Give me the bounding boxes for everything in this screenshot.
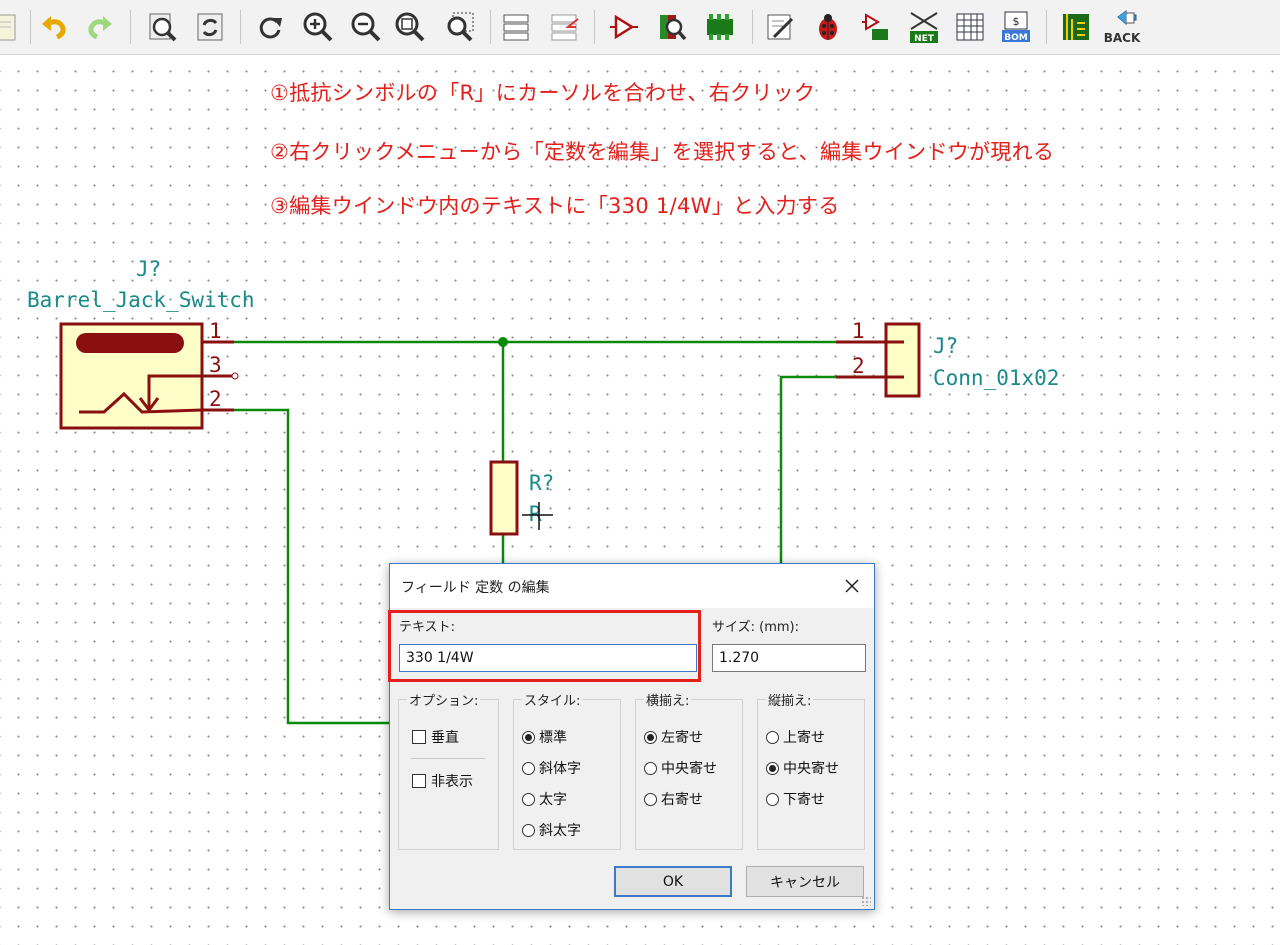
- connector-value[interactable]: Conn_01x02: [933, 366, 1059, 390]
- style-bold-italic-radio[interactable]: 斜太字: [522, 820, 581, 840]
- connector-symbol[interactable]: [836, 322, 921, 398]
- barrel-jack-reference[interactable]: J?: [136, 257, 161, 281]
- barrel-pin-2: 2: [209, 387, 222, 411]
- wire[interactable]: [779, 375, 836, 565]
- style-group: スタイル: 標準 斜体字 太字 斜太字: [513, 690, 621, 850]
- connector-pin-1: 1: [852, 319, 865, 343]
- barrel-pin-3: 3: [209, 353, 222, 377]
- edit-field-dialog: フィールド 定数 の編集 テキスト: 330 1/4W サイズ: (mm): 1…: [389, 563, 875, 910]
- barrel-pin-1: 1: [209, 319, 222, 343]
- checkbox-box[interactable]: [412, 730, 426, 744]
- valign-center-radio[interactable]: 中央寄せ: [766, 758, 839, 778]
- barrel-jack-value[interactable]: Barrel_Jack_Switch: [27, 288, 255, 312]
- valign-top-radio[interactable]: 上寄せ: [766, 727, 825, 747]
- resize-grip-icon[interactable]: [861, 896, 871, 906]
- halign-left-radio[interactable]: 左寄せ: [644, 727, 703, 747]
- connector-reference[interactable]: J?: [933, 334, 958, 358]
- resistor-reference[interactable]: R?: [529, 471, 554, 495]
- halign-center-radio[interactable]: 中央寄せ: [644, 758, 717, 778]
- dialog-title: フィールド 定数 の編集: [401, 580, 550, 596]
- resistor-symbol[interactable]: [489, 460, 519, 536]
- dialog-titlebar[interactable]: フィールド 定数 の編集: [390, 564, 874, 608]
- close-icon[interactable]: [836, 570, 868, 602]
- checkbox-box[interactable]: [412, 774, 426, 788]
- size-field-label: サイズ: (mm):: [712, 620, 799, 635]
- horizontal-align-group: 横揃え: 左寄せ 中央寄せ 右寄せ: [635, 690, 743, 850]
- vertical-align-group: 縦揃え: 上寄せ 中央寄せ 下寄せ: [757, 690, 865, 850]
- wire-junction: [498, 337, 508, 347]
- options-divider: [411, 758, 485, 759]
- cancel-button[interactable]: キャンセル: [746, 866, 864, 897]
- horizontal-align-title: 横揃え:: [644, 690, 692, 709]
- hidden-checkbox[interactable]: 非表示: [412, 771, 473, 791]
- options-group-title: オプション:: [407, 690, 481, 709]
- hidden-checkbox-label: 非表示: [431, 774, 473, 790]
- connector-pin-2: 2: [852, 354, 865, 378]
- text-field-label: テキスト:: [399, 620, 455, 635]
- style-group-title: スタイル:: [522, 690, 583, 709]
- wire[interactable]: [234, 408, 390, 725]
- ok-button[interactable]: OK: [614, 866, 732, 897]
- halign-right-radio[interactable]: 右寄せ: [644, 789, 703, 809]
- options-group: オプション: 垂直 非表示: [398, 690, 499, 850]
- size-field-input[interactable]: 1.270: [712, 644, 866, 672]
- style-normal-radio[interactable]: 標準: [522, 727, 567, 747]
- vertical-checkbox[interactable]: 垂直: [412, 727, 459, 747]
- resistor-value[interactable]: R: [529, 502, 542, 526]
- style-bold-radio[interactable]: 太字: [522, 789, 567, 809]
- valign-bottom-radio[interactable]: 下寄せ: [766, 789, 825, 809]
- text-field-input[interactable]: 330 1/4W: [399, 644, 697, 672]
- vertical-checkbox-label: 垂直: [431, 730, 459, 746]
- style-italic-radio[interactable]: 斜体字: [522, 758, 581, 778]
- vertical-align-title: 縦揃え:: [766, 690, 814, 709]
